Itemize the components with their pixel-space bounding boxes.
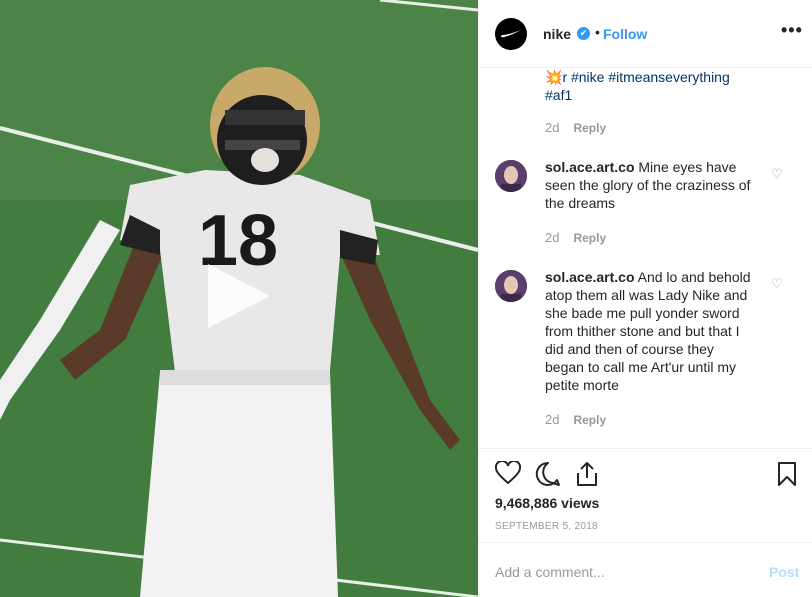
- username-link[interactable]: nike: [543, 26, 571, 42]
- bookmark-icon[interactable]: [777, 461, 797, 493]
- bookmark-icon-glyph: [778, 462, 796, 486]
- comment-icon[interactable]: [535, 461, 561, 493]
- emoji: 💥: [545, 69, 563, 85]
- more-icon[interactable]: •••: [781, 20, 803, 41]
- view-count[interactable]: 9,468,886 views: [495, 495, 599, 511]
- comment-time: 2d: [545, 412, 560, 427]
- heart-icon[interactable]: ♡: [771, 166, 783, 182]
- follow-button[interactable]: Follow: [603, 26, 647, 42]
- instagram-post-view: 18 nike ✔ • Follow ••• 💥r #nike #itmeans…: [0, 0, 812, 597]
- nike-swoosh-icon: [501, 30, 521, 38]
- avatar-image: [495, 270, 527, 302]
- reply-button[interactable]: Reply: [573, 231, 606, 245]
- comment-icon-glyph: [535, 461, 560, 486]
- comments-list[interactable]: 💥r #nike #itmeanseverything #af1 2d Reply…: [479, 68, 812, 448]
- reply-button[interactable]: Reply: [573, 121, 606, 135]
- comment-body: And lo and behold atop them all was Lady…: [545, 269, 751, 393]
- heart-icon[interactable]: [494, 459, 522, 491]
- share-icon[interactable]: [575, 461, 599, 493]
- post-date[interactable]: SEPTEMBER 5, 2018: [495, 521, 598, 532]
- comment-username[interactable]: sol.ace.art.co: [545, 269, 635, 285]
- heart-icon-glyph: [494, 459, 522, 485]
- post-button[interactable]: Post: [769, 564, 799, 580]
- comment-meta: 2d Reply: [545, 230, 606, 245]
- heart-icon[interactable]: ♡: [771, 276, 783, 292]
- caption-meta: 2d Reply: [545, 120, 606, 135]
- comment-text: sol.ace.art.co And lo and behold atop th…: [545, 268, 755, 394]
- comment-meta: 2d Reply: [545, 412, 606, 427]
- comment-time: 2d: [545, 230, 560, 245]
- caption-hashtags[interactable]: r #nike #itmeanseverything #af1: [545, 69, 730, 103]
- post-header: nike ✔ • Follow •••: [479, 0, 812, 68]
- video-player[interactable]: 18: [0, 0, 478, 597]
- post-sidebar: nike ✔ • Follow ••• 💥r #nike #itmeanseve…: [478, 0, 812, 597]
- reply-button[interactable]: Reply: [573, 413, 606, 427]
- caption-text: 💥r #nike #itmeanseverything #af1: [545, 68, 755, 104]
- separator-dot: •: [595, 24, 600, 40]
- play-icon[interactable]: [208, 264, 270, 328]
- post-actions: 9,468,886 views SEPTEMBER 5, 2018: [479, 448, 812, 542]
- caption-time: 2d: [545, 120, 560, 135]
- comment-text: sol.ace.art.co Mine eyes have seen the g…: [545, 158, 755, 212]
- avatar[interactable]: [495, 18, 527, 50]
- avatar[interactable]: [495, 160, 527, 192]
- comment-input[interactable]: Add a comment...: [495, 564, 605, 580]
- add-comment-bar: Add a comment... Post: [479, 542, 812, 597]
- avatar-image: [495, 160, 527, 192]
- comment-username[interactable]: sol.ace.art.co: [545, 159, 635, 175]
- share-icon-glyph: [577, 462, 597, 486]
- avatar[interactable]: [495, 270, 527, 302]
- verified-icon: ✔: [577, 27, 590, 40]
